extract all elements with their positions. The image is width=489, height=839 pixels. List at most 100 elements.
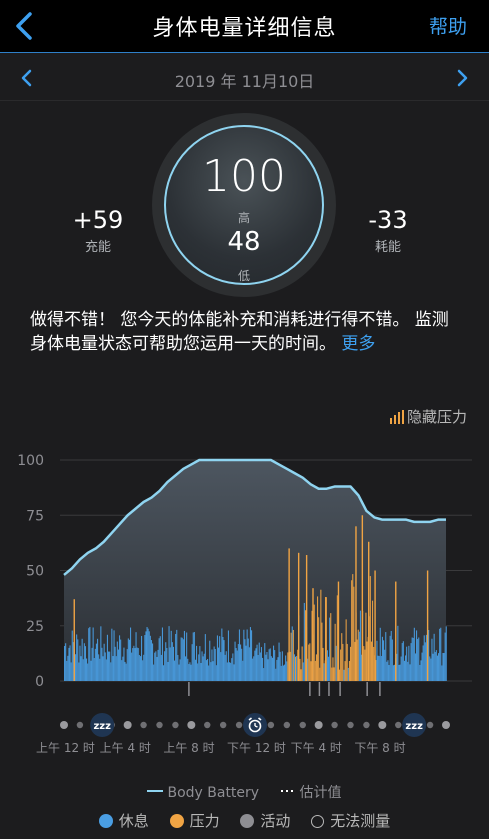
rest-bar	[216, 635, 218, 681]
rest-bar	[94, 648, 96, 681]
rest-bar	[219, 636, 221, 681]
rest-bar	[258, 642, 260, 681]
rest-bar	[164, 651, 166, 681]
timeline-dot	[395, 721, 402, 729]
rest-bar	[91, 647, 93, 681]
rest-bar	[133, 645, 135, 681]
rest-bar	[189, 662, 191, 681]
sleep-zzz-icon: zzz	[402, 713, 427, 737]
stress-bar	[334, 623, 336, 681]
rest-bar	[234, 641, 236, 681]
stress-bar	[310, 661, 312, 681]
stress-bar	[319, 667, 321, 681]
charged-value: +59	[72, 206, 124, 234]
rest-bar	[384, 649, 386, 681]
rest-bar	[434, 651, 436, 681]
activity-tick	[366, 682, 368, 696]
rest-bar	[169, 647, 171, 681]
rest-bar	[86, 658, 88, 681]
rest-bar	[144, 635, 146, 681]
legend-estimate: 估计值	[280, 782, 342, 802]
rest-bar	[100, 626, 102, 681]
rest-bar	[122, 656, 124, 681]
rest-bar	[220, 652, 222, 681]
svg-text:zzz: zzz	[405, 721, 423, 732]
rest-bar	[343, 669, 345, 681]
activity-dot-icon	[240, 814, 255, 828]
rest-bar	[204, 634, 206, 681]
rest-bar	[109, 651, 111, 681]
rest-bar	[391, 639, 393, 681]
timeline-dot	[283, 721, 291, 729]
rest-bar	[179, 659, 181, 681]
rest-bar	[161, 627, 163, 681]
rest-bar	[75, 654, 77, 681]
timeline-dot	[76, 721, 84, 729]
stress-bar	[363, 646, 365, 681]
rest-bar	[328, 656, 330, 681]
stress-bar	[331, 667, 333, 681]
activity-tick	[309, 682, 311, 696]
rest-bar	[174, 660, 176, 681]
rest-bar	[68, 647, 70, 681]
rest-bar	[141, 635, 143, 681]
stress-bar	[366, 641, 368, 681]
timeline-dot	[331, 721, 338, 729]
rest-bar	[412, 637, 414, 681]
rest-bar	[207, 658, 209, 681]
rest-bar	[77, 639, 79, 681]
rest-bar	[160, 654, 162, 681]
rest-bar	[136, 647, 138, 681]
stress-bar	[369, 576, 371, 681]
rest-bar	[438, 653, 440, 681]
rest-bar	[205, 660, 207, 681]
rest-bar	[198, 654, 200, 681]
rest-bar	[101, 647, 103, 681]
rest-bar	[117, 649, 119, 681]
stress-bar	[320, 589, 322, 681]
stress-bar	[342, 643, 344, 681]
rest-bar	[93, 658, 95, 681]
stress-bar	[321, 622, 323, 681]
rest-bar	[267, 659, 269, 681]
legend-activity: 活动	[240, 810, 290, 831]
solid-line-icon	[147, 790, 164, 792]
rest-bar	[180, 637, 182, 681]
rest-bar	[98, 654, 100, 681]
next-day-button[interactable]	[451, 66, 473, 90]
timeline-label: 下午 12 时	[227, 741, 286, 755]
stress-bar	[292, 629, 294, 681]
rest-bar	[257, 654, 259, 681]
stress-spike	[305, 555, 308, 681]
legend-body-battery-label: Body Battery	[167, 785, 260, 801]
hide-stress-toggle[interactable]: 隐藏压力	[389, 406, 467, 427]
rest-bar	[386, 661, 388, 681]
rest-bar	[203, 653, 205, 681]
more-link[interactable]: 更多	[341, 334, 375, 354]
rest-bar	[269, 648, 271, 681]
rest-bar	[402, 641, 404, 681]
rest-bar	[268, 649, 270, 681]
rest-bar	[280, 665, 282, 681]
rest-bar	[134, 648, 136, 681]
rest-bar	[400, 656, 402, 681]
rest-bar	[249, 627, 251, 681]
y-tick-label: 50	[26, 564, 44, 580]
stress-bar	[314, 660, 316, 681]
rest-bar	[224, 654, 226, 681]
rest-bar	[177, 655, 179, 681]
rest-bar	[263, 668, 265, 681]
rest-bar	[444, 632, 446, 681]
stress-bar	[313, 604, 315, 681]
navigation-bar: 身体电量详细信息 帮助	[0, 0, 489, 53]
rest-bar	[439, 628, 441, 681]
rest-bar	[377, 655, 379, 681]
help-button[interactable]: 帮助	[429, 12, 467, 39]
charged-label: 充能	[84, 240, 111, 255]
rest-bar	[242, 660, 244, 681]
rest-bar	[240, 644, 242, 681]
drained-value: -33	[368, 206, 408, 234]
rest-bar	[188, 664, 190, 681]
rest-bar	[80, 656, 82, 681]
rest-bar	[436, 655, 438, 681]
